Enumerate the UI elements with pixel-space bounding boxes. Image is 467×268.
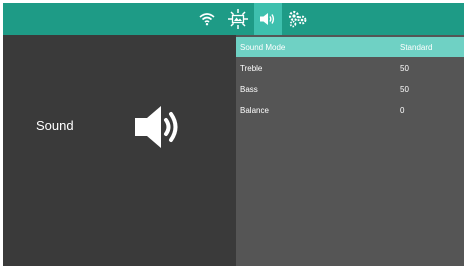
settings-screen: Sound Sound Mode Standard Treble 50 Bass…	[3, 3, 464, 266]
setting-label: Sound Mode	[240, 43, 286, 52]
setting-label: Treble	[240, 64, 263, 73]
system-settings-icon	[288, 10, 307, 28]
setting-value: 0	[400, 106, 405, 115]
settings-row-treble[interactable]: Treble 50	[236, 58, 464, 78]
tab-network[interactable]	[193, 3, 221, 35]
settings-row-sound-mode[interactable]: Sound Mode Standard	[236, 37, 464, 57]
setting-value: 50	[400, 85, 409, 94]
setting-value: Standard	[400, 43, 433, 52]
setting-label: Balance	[240, 106, 269, 115]
tab-sound[interactable]	[254, 3, 282, 35]
category-panel: Sound	[3, 35, 236, 266]
tab-display[interactable]	[224, 3, 252, 35]
settings-list: Sound Mode Standard Treble 50 Bass 50 Ba…	[236, 35, 464, 266]
setting-label: Bass	[240, 85, 258, 94]
settings-row-bass[interactable]: Bass 50	[236, 79, 464, 99]
sound-icon	[260, 13, 275, 25]
wifi-icon	[199, 13, 215, 26]
category-title: Sound	[36, 118, 74, 133]
settings-row-balance[interactable]: Balance 0	[236, 100, 464, 120]
setting-value: 50	[400, 64, 409, 73]
speaker-icon	[135, 106, 178, 148]
top-navigation-bar	[3, 3, 464, 35]
tab-system[interactable]	[284, 3, 312, 35]
display-settings-icon	[228, 9, 248, 29]
